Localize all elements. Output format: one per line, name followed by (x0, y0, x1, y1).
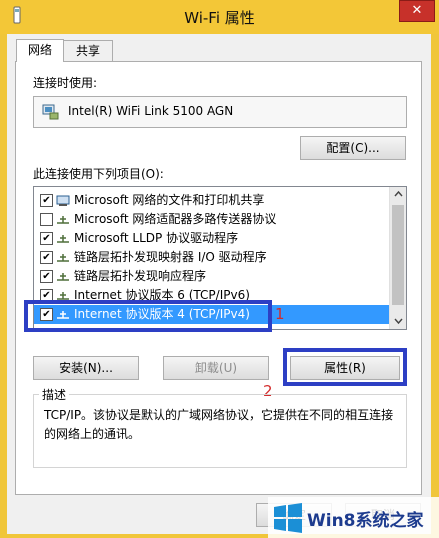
list-item-label: 链路层拓扑发现响应程序 (74, 269, 207, 283)
list-item[interactable]: ✔ 链路层拓扑发现响应程序 (34, 267, 389, 286)
protocol-icon (57, 254, 69, 262)
list-item[interactable]: ✔ Microsoft LLDP 协议驱动程序 (34, 229, 389, 248)
list-scrollbar[interactable] (389, 187, 406, 329)
protocol-icon (57, 273, 69, 281)
file-printer-icon (56, 195, 70, 206)
adapter-name: Intel(R) WiFi Link 5100 AGN (68, 104, 234, 118)
highlight-box-2 (283, 348, 407, 386)
annotation-1: 1 (275, 305, 285, 323)
tab-sharing[interactable]: 共享 (63, 40, 113, 61)
checkbox[interactable] (40, 213, 53, 226)
configure-button[interactable]: 配置(C)... (300, 136, 406, 160)
items-label: 此连接使用下列项目(O): (33, 167, 164, 181)
protocol-icon (57, 216, 69, 224)
install-button[interactable]: 安装(N)... (33, 356, 139, 380)
list-item-label: Microsoft 网络的文件和打印机共享 (74, 193, 265, 207)
scrollbar-thumb[interactable] (392, 205, 404, 305)
tab-network[interactable]: 网络 (16, 39, 64, 62)
description-text: TCP/IP。该协议是默认的广域网络协议，它提供在不同的相互连接的网络上的通讯。 (44, 408, 394, 441)
close-button[interactable]: ✕ (399, 0, 435, 22)
list-item[interactable]: Microsoft 网络适配器多路传送器协议 (34, 210, 389, 229)
connect-using-label: 连接时使用: (33, 76, 98, 90)
list-item[interactable]: ✔ 链路层拓扑发现映射器 I/O 驱动程序 (34, 248, 389, 267)
checkbox[interactable]: ✔ (40, 251, 53, 264)
title-bar[interactable]: Wi-Fi 属性 ✕ (0, 0, 439, 34)
watermark-text: Win8系统之家 (307, 511, 424, 531)
highlight-box-1 (24, 300, 272, 332)
list-item-label: Microsoft 网络适配器多路传送器协议 (74, 212, 277, 226)
list-item-label: Microsoft LLDP 协议驱动程序 (74, 231, 239, 245)
scroll-up-icon[interactable] (394, 190, 403, 198)
description-title: 描述 (39, 386, 70, 403)
adapter-box: Intel(R) WiFi Link 5100 AGN (33, 96, 407, 128)
checkbox[interactable]: ✔ (40, 232, 53, 245)
window-title: Wi-Fi 属性 (184, 9, 255, 27)
properties-window: Wi-Fi 属性 ✕ 网络 共享 连接时使用: Intel(R) WiFi Li… (0, 0, 439, 538)
network-adapter-icon (42, 104, 59, 120)
scroll-down-icon[interactable] (394, 317, 403, 325)
checkbox[interactable]: ✔ (40, 270, 53, 283)
uninstall-button[interactable]: 卸载(U) (163, 356, 269, 380)
checkbox[interactable]: ✔ (40, 194, 53, 207)
protocol-icon (57, 235, 69, 243)
list-item-label: 链路层拓扑发现映射器 I/O 驱动程序 (74, 250, 267, 264)
list-item[interactable]: ✔ Microsoft 网络的文件和打印机共享 (34, 191, 389, 210)
